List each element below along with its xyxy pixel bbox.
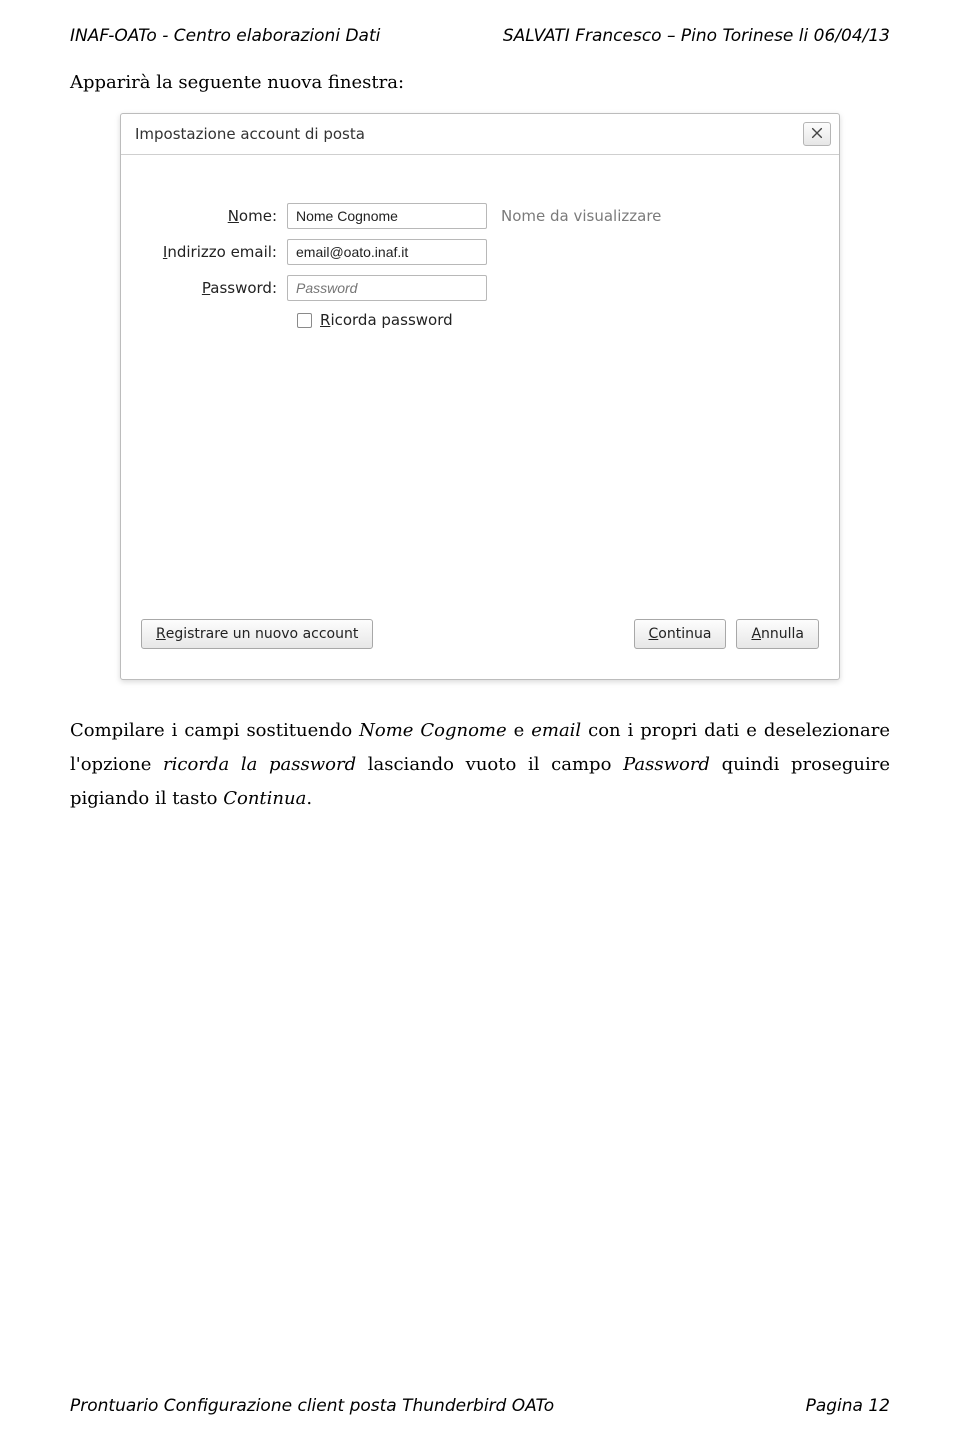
- dialog-actions: Registrare un nuovo account Continua Ann…: [137, 619, 823, 649]
- name-row: Nome: Nome da visualizzare: [137, 203, 823, 229]
- intro-text: Apparirà la seguente nuova finestra:: [70, 72, 890, 93]
- continue-button[interactable]: Continua: [634, 619, 727, 649]
- close-icon: [810, 125, 824, 144]
- password-row: Password:: [137, 275, 823, 301]
- register-account-button[interactable]: Registrare un nuovo account: [141, 619, 373, 649]
- page-header: INAF-OATo - Centro elaborazioni Dati SAL…: [70, 26, 890, 46]
- remember-row: Ricorda password: [297, 311, 823, 329]
- footer-right: Pagina 12: [806, 1396, 890, 1416]
- email-input[interactable]: [287, 239, 487, 265]
- page-footer: Prontuario Configurazione client posta T…: [70, 1396, 890, 1416]
- remember-label: Ricorda password: [320, 311, 453, 329]
- name-input[interactable]: [287, 203, 487, 229]
- name-hint: Nome da visualizzare: [501, 207, 661, 225]
- cancel-button[interactable]: Annulla: [736, 619, 819, 649]
- dialog-titlebar: Impostazione account di posta: [121, 114, 839, 155]
- close-button[interactable]: [803, 122, 831, 146]
- password-input[interactable]: [287, 275, 487, 301]
- header-right: SALVATI Francesco – Pino Torinese li 06/…: [503, 26, 890, 46]
- name-label: Nome:: [137, 207, 287, 225]
- dialog-body: Nome: Nome da visualizzare Indirizzo ema…: [121, 155, 839, 679]
- document-page: INAF-OATo - Centro elaborazioni Dati SAL…: [0, 0, 960, 1444]
- mail-account-dialog: Impostazione account di posta Nome: Nome…: [120, 113, 840, 680]
- header-left: INAF-OATo - Centro elaborazioni Dati: [70, 26, 380, 46]
- dialog-title: Impostazione account di posta: [135, 125, 365, 143]
- email-label: Indirizzo email:: [137, 243, 287, 261]
- footer-left: Prontuario Configurazione client posta T…: [70, 1396, 554, 1416]
- right-button-group: Continua Annulla: [634, 619, 820, 649]
- password-label: Password:: [137, 279, 287, 297]
- instruction-paragraph: Compilare i campi sostituendo Nome Cogno…: [70, 714, 890, 817]
- remember-checkbox[interactable]: [297, 313, 312, 328]
- email-row: Indirizzo email:: [137, 239, 823, 265]
- form-area: Nome: Nome da visualizzare Indirizzo ema…: [137, 203, 823, 329]
- dialog-spacer: [137, 329, 823, 619]
